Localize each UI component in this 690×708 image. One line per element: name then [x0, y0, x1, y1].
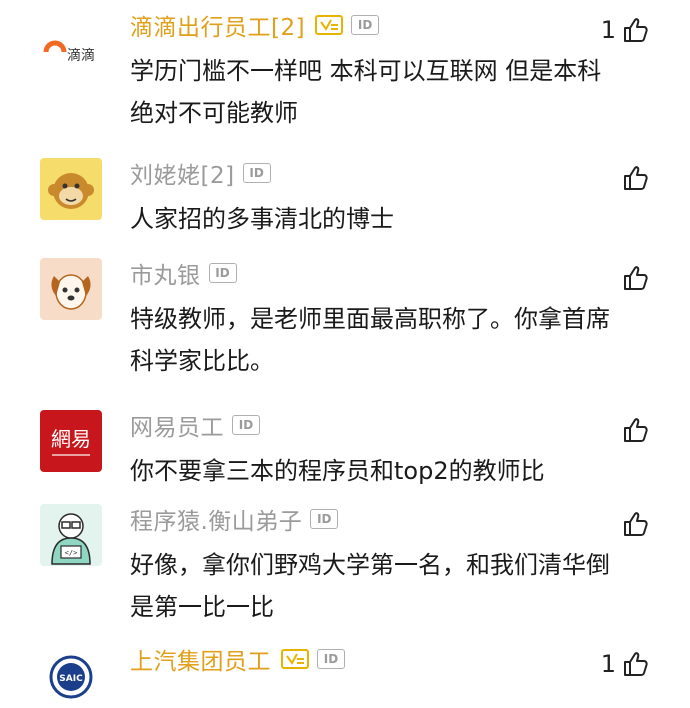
netease-logo-icon: 網易 — [51, 427, 91, 456]
svg-text:網易: 網易 — [51, 427, 91, 451]
thumbs-up-icon — [624, 18, 648, 42]
user-name-row: 程序猿.衡山弟子 ID — [130, 502, 339, 536]
like-button[interactable] — [616, 164, 650, 192]
user-name[interactable]: 滴滴出行员工[2] — [130, 8, 305, 42]
id-badge: ID — [310, 509, 339, 529]
thumbs-up-icon — [624, 266, 648, 290]
comment-text: 你不要拿三本的程序员和top2的教师比 — [130, 457, 545, 485]
saic-logo-icon: SAIC — [49, 655, 93, 699]
user-name[interactable]: 市丸银 — [130, 256, 201, 290]
user-name[interactable]: 网易员工 — [130, 408, 224, 442]
comment-text: 学历门槛不一样吧 本科可以互联网 但是本科绝对不可能教师 — [130, 57, 602, 127]
like-button[interactable] — [616, 264, 650, 292]
like-count: 1 — [600, 650, 616, 678]
comment-text: 特级教师，是老师里面最高职称了。你拿首席科学家比比。 — [130, 305, 610, 375]
avatar[interactable]: </> — [40, 504, 102, 566]
avatar[interactable]: SAIC — [40, 646, 102, 708]
thumbs-up-icon — [624, 418, 648, 442]
id-badge: ID — [208, 263, 237, 283]
user-name[interactable]: 上汽集团员工 — [130, 642, 271, 676]
user-name-row: 网易员工 ID — [130, 408, 260, 442]
user-name-row: 市丸银 ID — [130, 256, 237, 290]
user-name[interactable]: 刘姥姥[2] — [130, 156, 235, 190]
monkey-avatar-icon — [48, 173, 94, 209]
user-name[interactable]: 程序猿.衡山弟子 — [130, 502, 302, 536]
verified-badge-icon — [315, 15, 344, 35]
like-button[interactable] — [616, 510, 650, 538]
like-button[interactable] — [616, 416, 650, 444]
like-count: 1 — [600, 16, 616, 44]
svg-text:SAIC: SAIC — [59, 674, 83, 684]
like-button[interactable]: 1 — [601, 16, 650, 44]
user-name-row: 上汽集团员工 ID — [130, 642, 345, 676]
id-badge: ID — [317, 649, 345, 669]
comment-text: 人家招的多事清北的博士 — [130, 205, 394, 233]
didi-logo-icon: 滴滴 — [43, 40, 95, 64]
avatar[interactable] — [40, 258, 102, 320]
user-name-row: 刘姥姥[2] ID — [130, 156, 271, 190]
avatar[interactable] — [40, 158, 102, 220]
thumbs-up-icon — [624, 166, 648, 190]
svg-text:滴滴: 滴滴 — [67, 47, 95, 64]
id-badge: ID — [242, 163, 271, 183]
id-badge: ID — [351, 15, 380, 35]
thumbs-up-icon — [624, 652, 648, 676]
svg-text:</>: </> — [65, 549, 78, 557]
id-badge: ID — [232, 415, 260, 435]
comment-text: 好像，拿你们野鸡大学第一名，和我们清华倒是第一比一比 — [130, 551, 610, 621]
programmer-avatar-icon: </> — [51, 513, 91, 565]
avatar[interactable]: 滴滴 — [40, 14, 102, 76]
verified-badge-icon — [281, 649, 309, 669]
dog-avatar-icon — [51, 274, 91, 310]
user-name-row: 滴滴出行员工[2] ID — [130, 8, 380, 42]
avatar[interactable]: 網易 — [40, 410, 102, 472]
like-button[interactable]: 1 — [601, 650, 650, 678]
thumbs-up-icon — [624, 512, 648, 536]
